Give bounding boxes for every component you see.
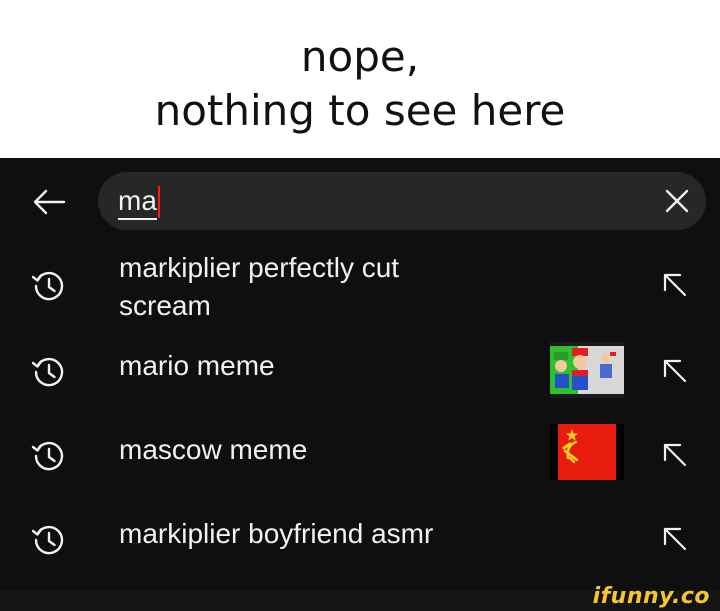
caption-line-1: nope,	[300, 32, 420, 81]
search-query-text: ma	[118, 184, 157, 220]
suggestion-text: mario meme	[119, 350, 275, 381]
close-icon	[665, 189, 689, 213]
history-icon	[31, 271, 64, 301]
back-button[interactable]	[28, 182, 72, 222]
suggestion-row[interactable]: markiplier boyfriend asmr	[0, 508, 720, 570]
arrow-up-left-icon	[663, 273, 687, 297]
suggestion-row[interactable]: mascow meme	[0, 424, 720, 486]
search-screen: ma markiplier perfectly cut scream mario…	[0, 158, 720, 611]
arrow-up-left-icon	[663, 527, 687, 551]
arrow-up-left-icon	[663, 443, 687, 467]
meme-caption: nope, nothing to see here	[0, 0, 720, 158]
suggestion-row[interactable]: markiplier perfectly cut scream	[0, 250, 720, 330]
fill-query-button[interactable]	[660, 524, 690, 554]
fill-query-button[interactable]	[660, 440, 690, 470]
history-icon	[31, 441, 64, 471]
search-input[interactable]: ma	[98, 172, 706, 230]
fill-query-button[interactable]	[660, 270, 690, 300]
history-icon	[31, 525, 64, 555]
text-caret	[158, 186, 160, 218]
soviet-flag-thumbnail	[550, 424, 624, 480]
history-icon	[31, 357, 64, 387]
mario-luigi-thumbnail	[550, 342, 624, 398]
watermark-bar: ifunny.co	[0, 584, 720, 611]
arrow-up-left-icon	[663, 359, 687, 383]
fill-query-button[interactable]	[660, 356, 690, 386]
suggestion-row[interactable]: mario meme	[0, 340, 720, 402]
suggestion-text: mascow meme	[119, 434, 308, 465]
clear-search-button[interactable]	[662, 186, 692, 216]
suggestion-text: markiplier boyfriend asmr	[119, 518, 434, 549]
ifunny-watermark: ifunny.co	[592, 584, 710, 609]
caption-line-2: nothing to see here	[154, 86, 566, 135]
arrow-left-icon	[33, 189, 66, 215]
suggestion-text-line-2: scream	[119, 290, 211, 321]
suggestion-text-line-1: markiplier perfectly cut	[119, 252, 400, 283]
